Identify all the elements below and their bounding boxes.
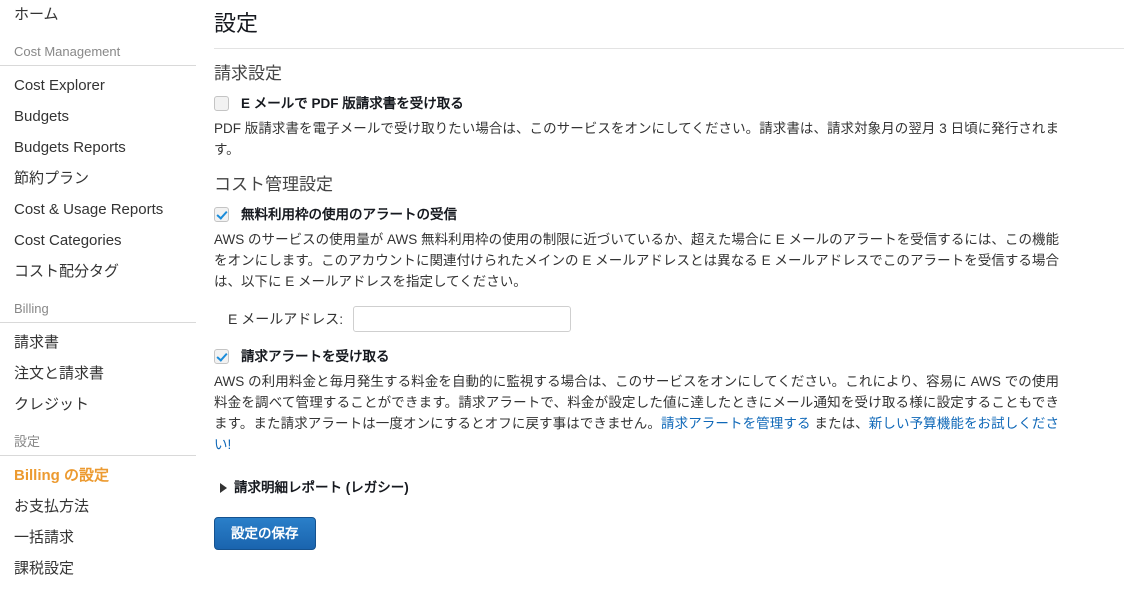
main-content: 設定 請求設定 E メールで PDF 版請求書を受け取る PDF 版請求書を電子…: [196, 0, 1124, 613]
email-address-row: E メールアドレス:: [228, 306, 1124, 332]
free-tier-alert-checkbox-label[interactable]: 無料利用枠の使用のアラートの受信: [241, 206, 457, 223]
sidebar-item-cost-allocation-tags[interactable]: コスト配分タグ: [0, 256, 196, 287]
sidebar-item-label: 請求書: [14, 334, 60, 351]
cost-management-settings-heading: コスト管理設定: [214, 175, 333, 194]
sidebar-item-orders-and-invoices[interactable]: 注文と請求書: [0, 358, 196, 389]
sidebar-item-billing-preferences[interactable]: Billing の設定: [0, 460, 196, 491]
sidebar-item-label: お支払方法: [14, 498, 90, 515]
pdf-invoice-description: PDF 版請求書を電子メールで受け取りたい場合は、このサービスをオンにしてくださ…: [214, 121, 1059, 157]
sidebar-item-payment-methods[interactable]: お支払方法: [0, 491, 196, 522]
sidebar-item-label: 注文と請求書: [14, 365, 105, 382]
free-tier-alert-checkbox-row[interactable]: 無料利用枠の使用のアラートの受信: [214, 206, 1124, 223]
sidebar-item-label: クレジット: [14, 396, 90, 413]
sidebar-item-home[interactable]: ホーム: [0, 0, 196, 30]
sidebar-item-budgets-reports[interactable]: Budgets Reports: [0, 132, 196, 163]
sidebar-item-label: Billing の設定: [14, 467, 109, 484]
sidebar-item-budgets[interactable]: Budgets: [0, 101, 196, 132]
sidebar-group-title: 設定: [0, 434, 196, 456]
billing-alert-middle-text: または、: [810, 416, 869, 431]
free-tier-alert-checkbox[interactable]: [214, 207, 229, 222]
sidebar-item-label: Cost Categories: [14, 232, 122, 249]
manage-billing-alerts-link[interactable]: 請求アラートを管理する: [661, 416, 811, 431]
sidebar-item-consolidated-billing[interactable]: 一括請求: [0, 522, 196, 553]
sidebar-item-label: Budgets: [14, 108, 70, 125]
sidebar-item-label: Cost & Usage Reports: [14, 201, 164, 218]
sidebar: ホーム Cost Management Cost Explorer Budget…: [0, 0, 196, 613]
sidebar-item-label: コスト配分タグ: [14, 263, 120, 280]
page-title: 設定: [214, 10, 1124, 49]
sidebar-item-cost-usage-reports[interactable]: Cost & Usage Reports: [0, 194, 196, 225]
email-address-label: E メールアドレス:: [228, 311, 344, 327]
sidebar-group-cost-management: Cost Management Cost Explorer Budgets Bu…: [0, 44, 196, 287]
sidebar-item-label: 一括請求: [14, 529, 75, 546]
sidebar-group-settings: 設定 Billing の設定 お支払方法 一括請求 課税設定: [0, 434, 196, 584]
sidebar-item-invoices[interactable]: 請求書: [0, 327, 196, 358]
sidebar-item-tax-settings[interactable]: 課税設定: [0, 553, 196, 584]
sidebar-item-label: 課税設定: [14, 560, 75, 577]
sidebar-item-label: Cost Explorer: [14, 77, 105, 94]
billing-alert-description: AWS の利用料金と毎月発生する料金を自動的に監視する場合は、このサービスをオン…: [214, 371, 1059, 455]
sidebar-group-billing: Billing 請求書 注文と請求書 クレジット: [0, 301, 196, 420]
pdf-invoice-checkbox[interactable]: [214, 96, 229, 111]
pdf-invoice-checkbox-row[interactable]: E メールで PDF 版請求書を受け取る: [214, 95, 1124, 112]
billing-alert-checkbox-label[interactable]: 請求アラートを受け取る: [241, 348, 390, 365]
legacy-report-label: 請求明細レポート (レガシー): [234, 480, 409, 495]
sidebar-item-cost-explorer[interactable]: Cost Explorer: [0, 70, 196, 101]
sidebar-item-savings-plans[interactable]: 節約プラン: [0, 163, 196, 194]
pdf-invoice-checkbox-label[interactable]: E メールで PDF 版請求書を受け取る: [241, 95, 464, 112]
page-root: ホーム Cost Management Cost Explorer Budget…: [0, 0, 1124, 613]
billing-alert-checkbox-row[interactable]: 請求アラートを受け取る: [214, 348, 1124, 365]
save-preferences-button[interactable]: 設定の保存: [214, 517, 316, 550]
sidebar-item-credits[interactable]: クレジット: [0, 389, 196, 420]
billing-settings-heading: 請求設定: [214, 64, 282, 83]
free-tier-alert-description: AWS のサービスの使用量が AWS 無料利用枠の使用の制限に近づいているか、超…: [214, 232, 1059, 289]
sidebar-item-label: 節約プラン: [14, 170, 90, 187]
sidebar-item-cost-categories[interactable]: Cost Categories: [0, 225, 196, 256]
sidebar-item-label: ホーム: [14, 6, 59, 23]
sidebar-item-label: Budgets Reports: [14, 139, 126, 156]
billing-alert-checkbox[interactable]: [214, 349, 229, 364]
legacy-report-disclosure[interactable]: 請求明細レポート (レガシー): [220, 479, 1124, 497]
chevron-right-icon: [220, 483, 227, 493]
sidebar-group-title: Billing: [0, 301, 196, 323]
sidebar-group-title: Cost Management: [0, 44, 196, 66]
email-address-input[interactable]: [353, 306, 572, 332]
